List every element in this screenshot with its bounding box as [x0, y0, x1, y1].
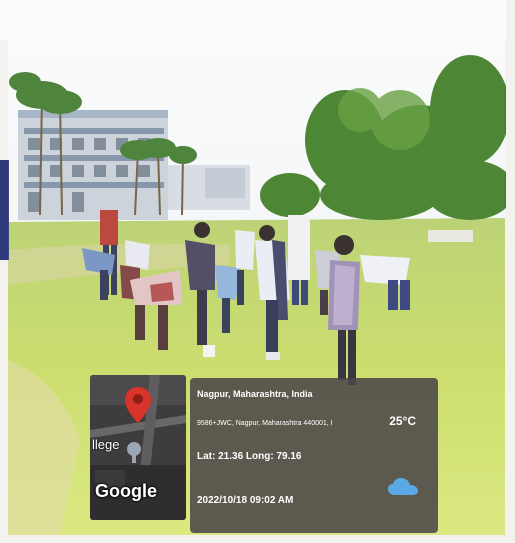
map-pin-icon	[125, 387, 151, 423]
geotag-info-card: Nagpur, Maharashtra, India 9586+JWC, Nag…	[190, 378, 438, 533]
temperature-text: 25°C	[389, 414, 416, 428]
datetime-text: 2022/10/18 09:02 AM	[197, 495, 294, 506]
coordinates-text: Lat: 21.36 Long: 79.16	[197, 451, 302, 462]
google-logo: Google	[95, 481, 157, 501]
map-thumbnail[interactable]: llege Google	[90, 375, 186, 520]
map-place-label: llege	[92, 437, 120, 452]
place-name: Nagpur, Maharashtra, India	[197, 389, 313, 399]
cloud-icon	[388, 478, 418, 495]
address-text: 9586+JWC, Nagpur, Maharashtra 440001, I	[197, 420, 333, 427]
map-marker-icon	[127, 442, 141, 463]
